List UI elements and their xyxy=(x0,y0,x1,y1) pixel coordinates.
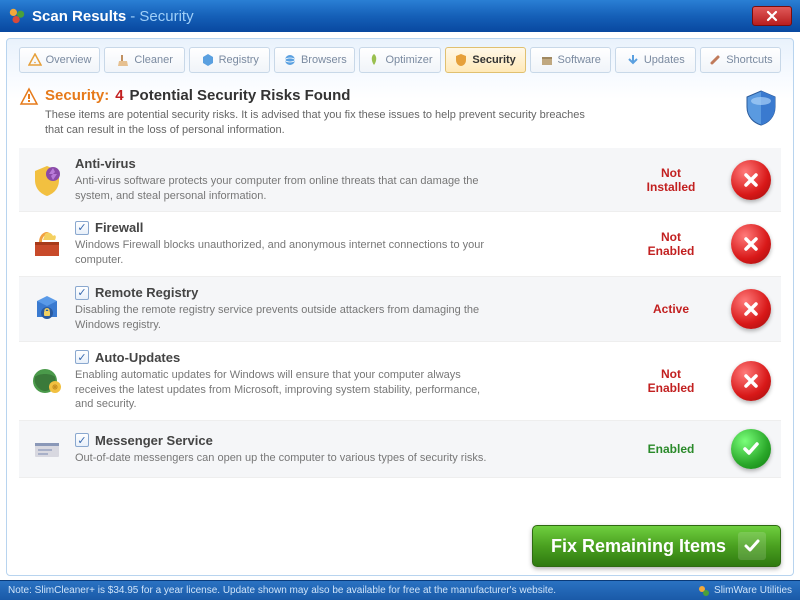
item-body: ✓ Firewall Windows Firewall blocks unautho… xyxy=(75,220,611,268)
tab-bar: Overview Cleaner Registry Browsers Optimizer… xyxy=(19,47,781,73)
checkbox[interactable]: ✓ xyxy=(75,433,89,447)
heading-desc: These items are potential security risks… xyxy=(45,108,605,138)
item-row-auto-updates: ✓ Auto-Updates Enabling automatic updates … xyxy=(19,342,781,422)
item-icon xyxy=(29,162,65,198)
warning-icon xyxy=(19,87,39,107)
heading: Security: 4 Potential Security Risks Fou… xyxy=(19,83,781,148)
shield-icon xyxy=(454,53,468,67)
item-title: Anti-virus xyxy=(75,156,136,171)
item-action-button[interactable] xyxy=(731,289,771,329)
item-row-remote-registry: ✓ Remote Registry Disabling the remote reg… xyxy=(19,277,781,342)
item-icon xyxy=(29,291,65,327)
heading-count: 4 xyxy=(115,87,123,104)
item-title: Firewall xyxy=(95,220,143,235)
heading-title: Potential Security Risks Found xyxy=(130,87,351,104)
fix-button-label: Fix Remaining Items xyxy=(551,536,726,557)
tab-registry[interactable]: Registry xyxy=(189,47,270,73)
checkbox[interactable]: ✓ xyxy=(75,350,89,364)
window-title-2: - Security xyxy=(130,8,193,25)
fix-remaining-button[interactable]: Fix Remaining Items xyxy=(532,525,781,567)
item-desc: Out-of-date messengers can open up the c… xyxy=(75,451,495,466)
item-status: NotEnabled xyxy=(621,230,721,258)
item-action-button[interactable] xyxy=(731,361,771,401)
item-icon xyxy=(29,226,65,262)
item-title: Auto-Updates xyxy=(95,350,180,365)
tab-label: Security xyxy=(472,54,515,66)
window-title-1: Scan Results xyxy=(32,8,126,25)
rocket-icon xyxy=(367,53,381,67)
tab-label: Software xyxy=(558,54,601,66)
item-desc: Disabling the remote registry service pr… xyxy=(75,303,495,333)
item-row-messenger-service: ✓ Messenger Service Out-of-date messengers… xyxy=(19,421,781,478)
cube-icon xyxy=(201,53,215,67)
item-status: NotInstalled xyxy=(621,166,721,194)
shield-icon xyxy=(741,87,781,127)
item-body: ✓ Messenger Service Out-of-date messengers… xyxy=(75,433,611,466)
item-title: Messenger Service xyxy=(95,433,213,448)
item-status: NotEnabled xyxy=(621,367,721,395)
tab-label: Registry xyxy=(219,54,259,66)
item-desc: Anti-virus software protects your comput… xyxy=(75,174,495,204)
title-bar: Scan Results - Security xyxy=(0,0,800,32)
item-desc: Windows Firewall blocks unauthorized, an… xyxy=(75,238,495,268)
main-frame: Overview Cleaner Registry Browsers Optimizer… xyxy=(6,38,794,576)
item-icon xyxy=(29,431,65,467)
status-bar: Note: SlimCleaner+ is $34.95 for a year … xyxy=(0,580,800,600)
item-status: Active xyxy=(621,302,721,316)
warning-icon xyxy=(28,53,42,67)
check-icon xyxy=(738,532,766,560)
items-list: Anti-virus Anti-virus software protects y… xyxy=(19,148,781,479)
tab-label: Cleaner xyxy=(134,54,173,66)
tab-label: Updates xyxy=(644,54,685,66)
tab-label: Overview xyxy=(46,54,92,66)
tab-label: Browsers xyxy=(301,54,347,66)
globe-icon xyxy=(283,53,297,67)
brand: SlimWare Utilities xyxy=(698,585,792,597)
heading-label: Security: xyxy=(45,87,109,104)
brand-label: SlimWare Utilities xyxy=(714,585,792,596)
tab-cleaner[interactable]: Cleaner xyxy=(104,47,185,73)
tab-software[interactable]: Software xyxy=(530,47,611,73)
tab-overview[interactable]: Overview xyxy=(19,47,100,73)
item-body: ✓ Auto-Updates Enabling automatic updates … xyxy=(75,350,611,413)
item-row-anti-virus: Anti-virus Anti-virus software protects y… xyxy=(19,148,781,213)
item-action-button[interactable] xyxy=(731,429,771,469)
brand-icon xyxy=(698,585,710,597)
item-action-button[interactable] xyxy=(731,224,771,264)
checkbox[interactable]: ✓ xyxy=(75,286,89,300)
tab-label: Optimizer xyxy=(385,54,432,66)
tab-shortcuts[interactable]: Shortcuts xyxy=(700,47,781,73)
close-button[interactable] xyxy=(752,6,792,26)
status-note: Note: SlimCleaner+ is $34.95 for a year … xyxy=(8,585,556,596)
broom-icon xyxy=(116,53,130,67)
item-icon xyxy=(29,363,65,399)
link-icon xyxy=(708,53,722,67)
item-status: Enabled xyxy=(621,442,721,456)
app-icon xyxy=(8,7,26,25)
box-icon xyxy=(540,53,554,67)
item-desc: Enabling automatic updates for Windows w… xyxy=(75,368,495,413)
tab-security[interactable]: Security xyxy=(445,47,526,73)
close-icon xyxy=(766,10,778,22)
item-title: Remote Registry xyxy=(95,285,198,300)
tab-label: Shortcuts xyxy=(726,54,772,66)
checkbox[interactable]: ✓ xyxy=(75,221,89,235)
item-body: Anti-virus Anti-virus software protects y… xyxy=(75,156,611,204)
tab-browsers[interactable]: Browsers xyxy=(274,47,355,73)
item-body: ✓ Remote Registry Disabling the remote reg… xyxy=(75,285,611,333)
down-icon xyxy=(626,53,640,67)
item-action-button[interactable] xyxy=(731,160,771,200)
tab-optimizer[interactable]: Optimizer xyxy=(359,47,440,73)
heading-text: Security: 4 Potential Security Risks Fou… xyxy=(45,87,605,138)
item-row-firewall: ✓ Firewall Windows Firewall blocks unautho… xyxy=(19,212,781,277)
tab-updates[interactable]: Updates xyxy=(615,47,696,73)
